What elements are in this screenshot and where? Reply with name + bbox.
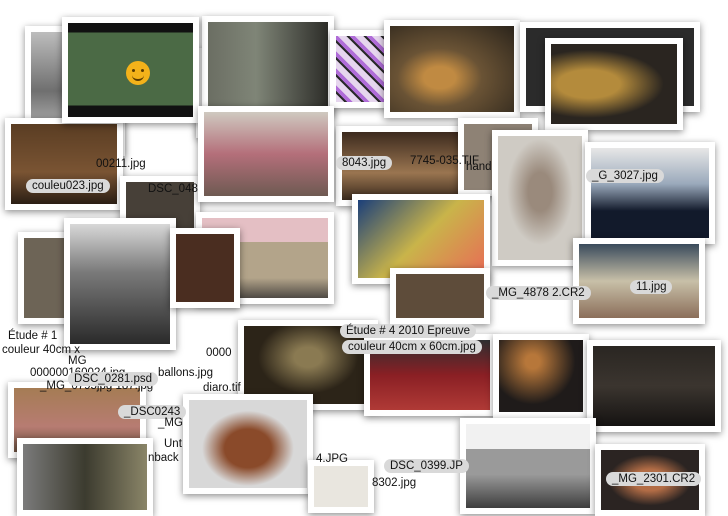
file-label[interactable]: DSC_0281.psd <box>68 372 158 386</box>
photo-image <box>176 234 234 302</box>
photo-image <box>358 200 484 278</box>
photo-thumbnail[interactable] <box>170 228 240 308</box>
photo-image <box>591 148 709 238</box>
photo-image <box>70 224 170 344</box>
file-label[interactable]: couleu023.jpg <box>26 179 110 193</box>
photo-image <box>396 274 484 318</box>
photo-thumbnail[interactable] <box>17 438 153 516</box>
photo-image <box>23 444 147 510</box>
photo-thumbnail[interactable] <box>202 16 334 116</box>
file-label[interactable]: hand <box>466 160 492 174</box>
photo-thumbnail[interactable] <box>330 30 392 108</box>
file-label[interactable]: _MG_4878 2.CR2 <box>486 286 591 300</box>
photo-thumbnail[interactable] <box>183 394 313 494</box>
file-label[interactable]: Étude # 4 2010 Epreuve <box>340 324 477 338</box>
photo-thumbnail[interactable] <box>64 218 176 350</box>
photo-image <box>390 26 514 112</box>
photo-thumbnail[interactable] <box>62 17 199 123</box>
photo-thumbnail[interactable] <box>384 20 520 118</box>
photo-image <box>208 22 328 110</box>
photo-image <box>189 400 307 488</box>
photo-image <box>314 466 368 507</box>
photo-image <box>68 23 193 117</box>
photo-image <box>593 346 715 426</box>
file-label[interactable]: 4.JPG <box>316 452 348 466</box>
file-label[interactable]: 8302.jpg <box>372 476 416 490</box>
file-label[interactable]: DSC_0399.JP <box>384 459 469 473</box>
file-label[interactable]: _MG_2301.CR2 <box>606 472 702 486</box>
smiley-sticker <box>126 61 150 85</box>
file-label[interactable]: couleur 40cm x 60cm.jpg <box>342 340 482 354</box>
photo-thumbnail[interactable] <box>390 268 490 324</box>
file-label[interactable]: _MG <box>158 416 183 430</box>
photo-thumbnail[interactable] <box>545 38 683 130</box>
photo-image <box>551 44 677 124</box>
photo-image <box>499 340 583 412</box>
file-label[interactable]: diaro.tif <box>203 381 241 395</box>
file-label[interactable]: 0000 <box>206 346 232 360</box>
photo-thumbnail[interactable] <box>587 340 721 432</box>
photo-thumbnail[interactable] <box>493 334 589 418</box>
photo-image <box>466 424 590 508</box>
file-label[interactable]: 11.jpg <box>630 280 673 294</box>
file-label[interactable]: DSC_048 <box>148 182 198 196</box>
photo-thumbnail[interactable] <box>308 460 374 513</box>
file-label[interactable]: 8043.jpg <box>336 156 393 170</box>
file-label[interactable]: ballons.jpg <box>158 366 213 380</box>
file-label[interactable]: Unt <box>164 437 182 451</box>
photo-thumbnail[interactable] <box>198 106 334 202</box>
photo-image <box>336 36 386 102</box>
file-label[interactable]: nback <box>148 451 179 465</box>
file-label[interactable]: _G_3027.jpg <box>586 169 664 183</box>
file-label[interactable]: Étude # 1 <box>8 329 57 343</box>
photo-image <box>204 112 328 196</box>
photo-thumbnail[interactable] <box>585 142 715 244</box>
photo-thumbnail[interactable] <box>460 418 596 514</box>
photo-image <box>498 136 582 260</box>
file-label[interactable]: 00211.jpg <box>96 157 146 171</box>
